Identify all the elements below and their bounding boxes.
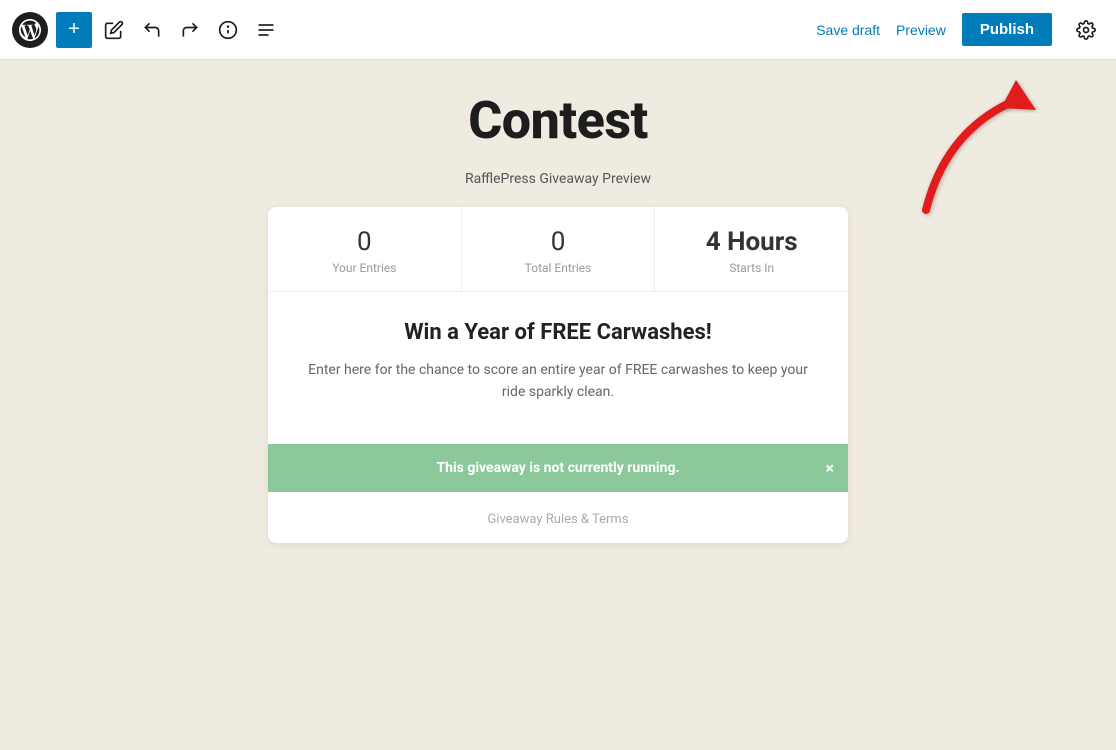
starts-in-label: Starts In xyxy=(665,261,838,275)
page-title: Contest xyxy=(468,90,648,151)
save-draft-button[interactable]: Save draft xyxy=(816,22,880,38)
not-running-bar: This giveaway is not currently running. … xyxy=(268,444,848,492)
redo-button[interactable] xyxy=(172,12,208,48)
your-entries-label: Your Entries xyxy=(278,261,451,275)
toolbar-actions: Save draft Preview Publish xyxy=(816,12,1104,48)
close-button[interactable]: × xyxy=(826,458,835,477)
edit-icon-button[interactable] xyxy=(96,12,132,48)
preview-label: RafflePress Giveaway Preview xyxy=(465,171,651,187)
undo-button[interactable] xyxy=(134,12,170,48)
settings-gear-button[interactable] xyxy=(1068,12,1104,48)
your-entries-value: 0 xyxy=(278,227,451,257)
stats-row: 0 Your Entries 0 Total Entries 4 Hours S… xyxy=(268,207,848,292)
total-entries-label: Total Entries xyxy=(472,261,645,275)
giveaway-description: Enter here for the chance to score an en… xyxy=(308,359,808,404)
preview-button[interactable]: Preview xyxy=(896,22,946,38)
total-entries-value: 0 xyxy=(472,227,645,257)
starts-in-stat: 4 Hours Starts In xyxy=(655,207,848,291)
publish-button[interactable]: Publish xyxy=(962,13,1052,46)
add-block-button[interactable]: + xyxy=(56,12,92,48)
red-arrow-annotation xyxy=(896,70,1056,230)
total-entries-stat: 0 Total Entries xyxy=(462,207,656,291)
wordpress-logo[interactable] xyxy=(12,12,48,48)
rules-link[interactable]: Giveaway Rules & Terms xyxy=(487,512,628,527)
giveaway-headline: Win a Year of FREE Carwashes! xyxy=(308,320,808,345)
toolbar: + Save draft Pr xyxy=(0,0,1116,60)
starts-in-value: 4 Hours xyxy=(665,227,838,257)
your-entries-stat: 0 Your Entries xyxy=(268,207,462,291)
not-running-message: This giveaway is not currently running. xyxy=(436,460,679,476)
main-content: Contest RafflePress Giveaway Preview 0 Y… xyxy=(0,60,1116,750)
card-footer: Giveaway Rules & Terms xyxy=(268,492,848,543)
info-button[interactable] xyxy=(210,12,246,48)
card-body: Win a Year of FREE Carwashes! Enter here… xyxy=(268,292,848,444)
list-view-button[interactable] xyxy=(248,12,284,48)
giveaway-card: 0 Your Entries 0 Total Entries 4 Hours S… xyxy=(268,207,848,543)
